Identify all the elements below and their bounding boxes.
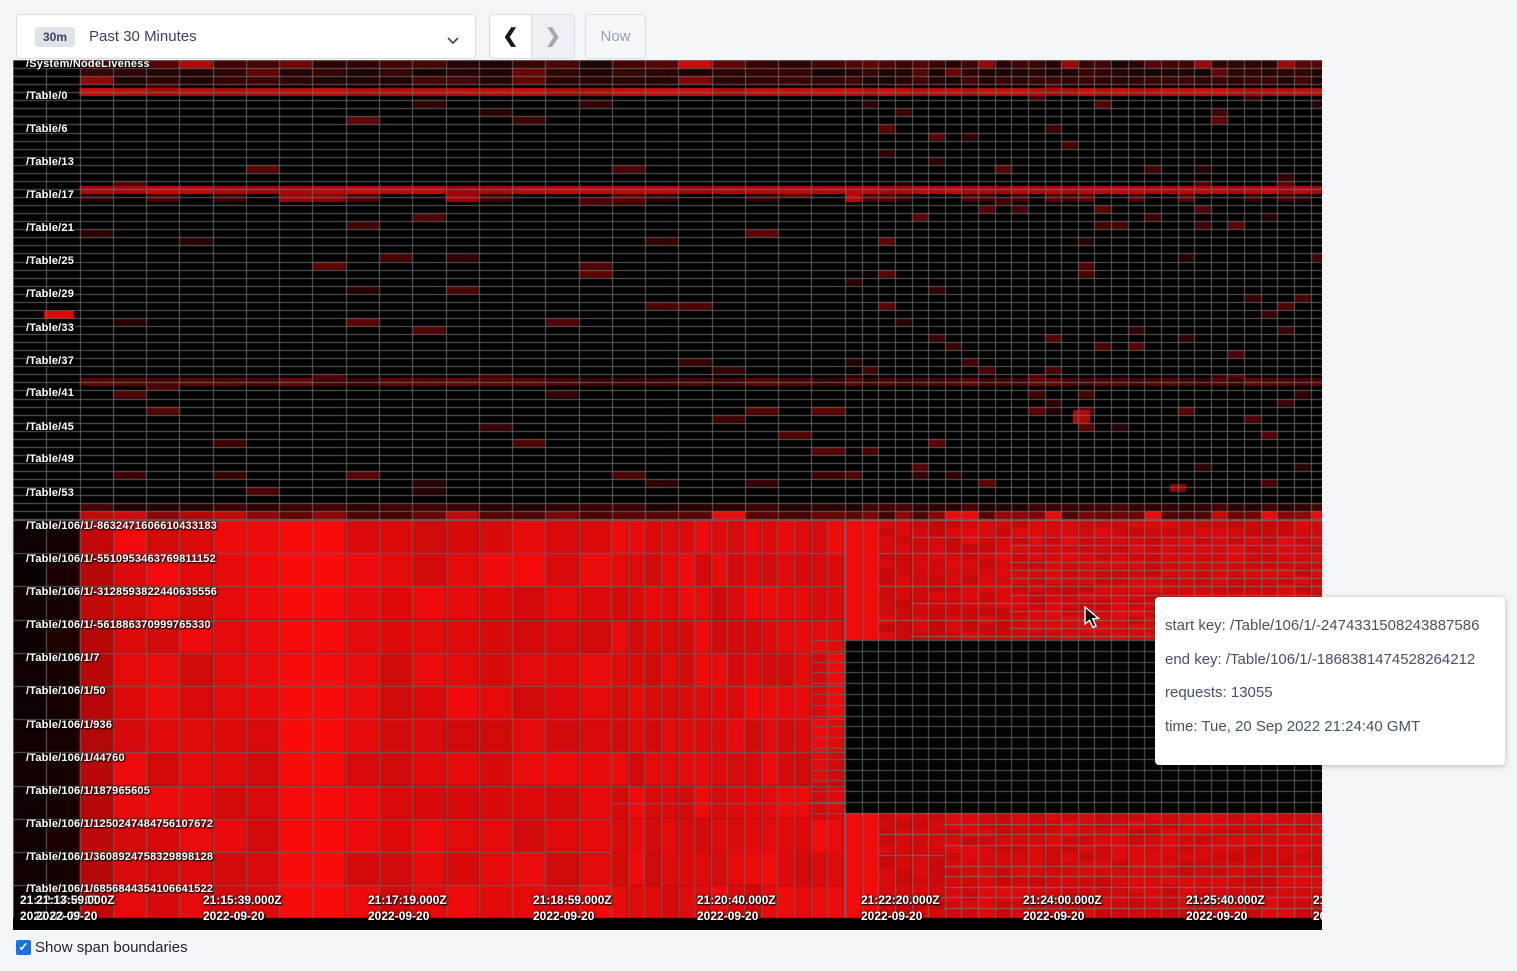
keyviz-heatmap[interactable]: /System/NodeLiveness/Table/0/Table/6/Tab… xyxy=(13,60,1322,930)
time-range-badge: 30m xyxy=(35,27,75,47)
tooltip-end-key: end key: /Table/106/1/-18683814745282642… xyxy=(1165,651,1505,668)
footer: ✓ Show span boundaries xyxy=(16,939,188,956)
span-boundaries-checkbox[interactable]: ✓ xyxy=(16,940,31,955)
tooltip-start-key: start key: /Table/106/1/-247433150824388… xyxy=(1165,617,1505,634)
time-range-label: Past 30 Minutes xyxy=(89,28,197,45)
chevron-left-icon: ❮ xyxy=(503,25,519,48)
next-time-button[interactable]: ❯ xyxy=(532,15,574,58)
keyviz-heatmap-canvas[interactable] xyxy=(13,60,1322,930)
toolbar: 30m Past 30 Minutes ❮ ❯ Now xyxy=(0,0,1517,60)
span-tooltip: start key: /Table/106/1/-247433150824388… xyxy=(1155,597,1505,765)
tooltip-time: time: Tue, 20 Sep 2022 21:24:40 GMT xyxy=(1165,718,1505,735)
time-range-dropdown[interactable]: 30m Past 30 Minutes xyxy=(16,14,476,59)
span-boundaries-label[interactable]: Show span boundaries xyxy=(35,939,188,956)
now-button[interactable]: Now xyxy=(585,14,646,59)
tooltip-requests: requests: 13055 xyxy=(1165,684,1505,701)
chevron-right-icon: ❯ xyxy=(545,25,561,48)
time-nav-group: ❮ ❯ xyxy=(489,14,575,59)
prev-time-button[interactable]: ❮ xyxy=(490,15,532,58)
chevron-down-icon xyxy=(447,32,459,50)
